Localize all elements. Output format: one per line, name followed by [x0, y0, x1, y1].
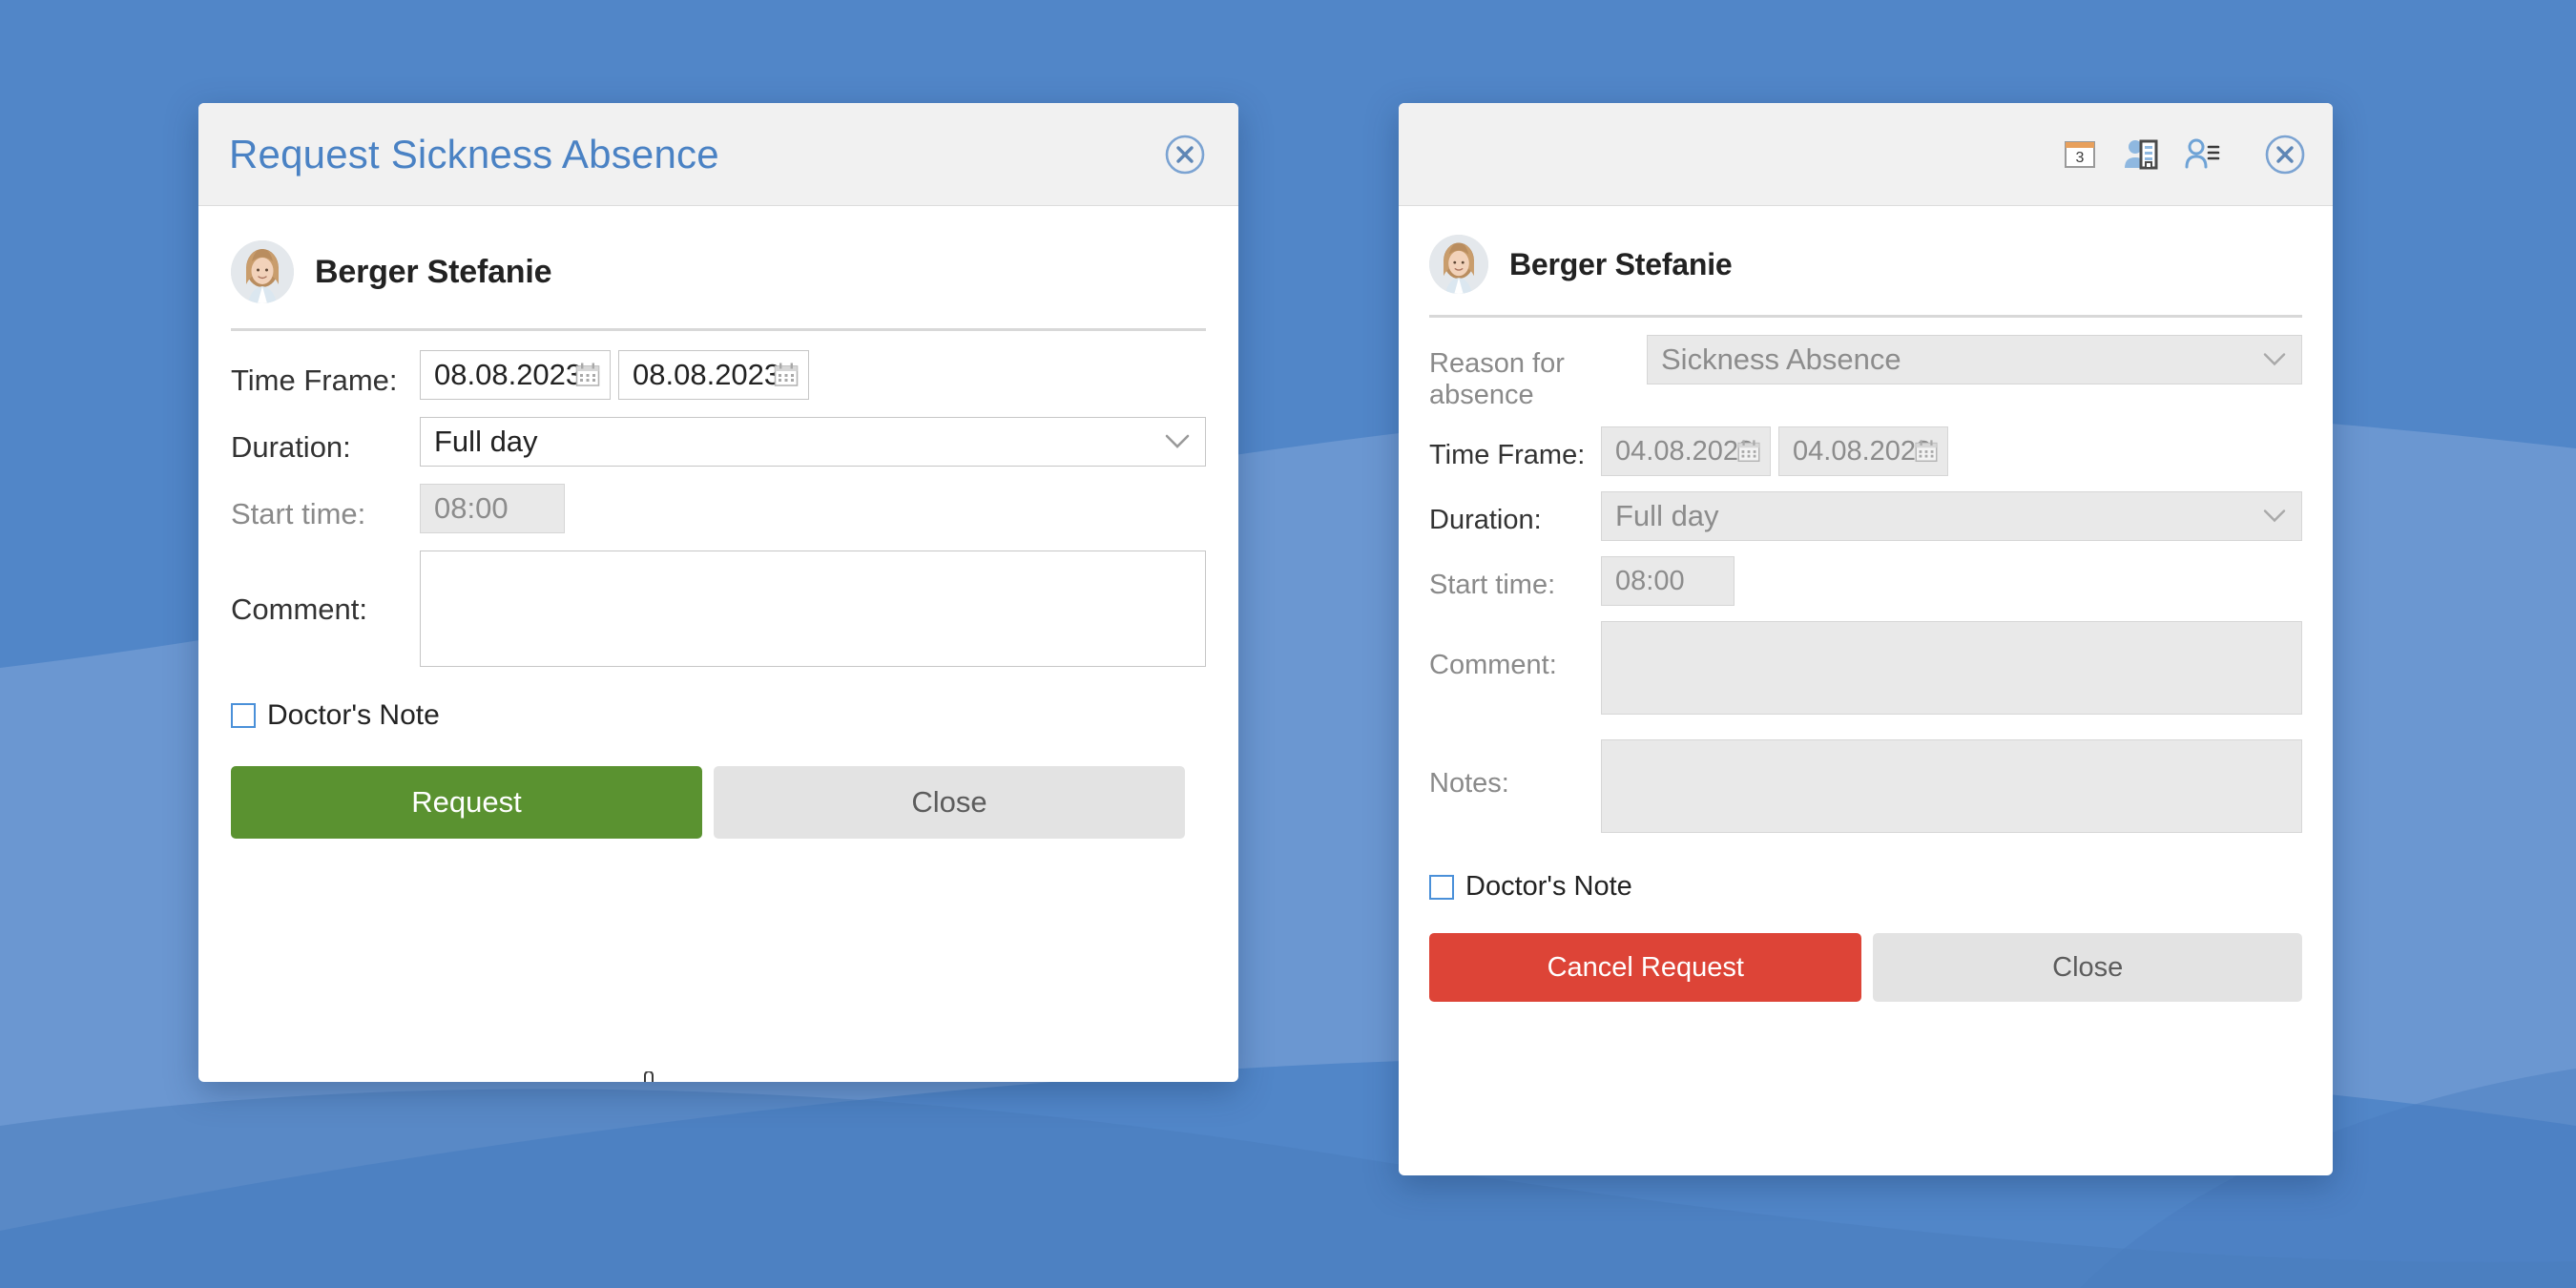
duration-row: Duration: Full day: [231, 417, 1206, 467]
time-frame-row: Time Frame: 04.08.2023 04.08.2023: [1429, 426, 2302, 476]
divider: [231, 328, 1206, 331]
comment-row: Comment:: [1429, 621, 2302, 715]
close-circle-icon[interactable]: [1164, 134, 1206, 176]
time-frame-end-value: 04.08.2023: [1793, 436, 1932, 467]
doctors-note-checkbox[interactable]: [231, 703, 256, 728]
reason-select: Sickness Absence: [1647, 335, 2302, 384]
titlebar-icon-group: 3: [2062, 136, 2220, 173]
time-frame-start-value: 04.08.2023: [1615, 436, 1755, 467]
dialog-body: Berger Stefanie Time Frame: 08.08.2023 0…: [198, 206, 1238, 839]
start-time-value: 08:00: [1615, 566, 1685, 596]
person-list-icon[interactable]: [2184, 136, 2220, 173]
reason-label: Reason for absence: [1429, 348, 1565, 410]
doctors-note-label: Doctor's Note: [267, 699, 440, 731]
notes-label: Notes:: [1429, 768, 1509, 799]
duration-value: Full day: [1615, 499, 1719, 532]
dialog-titlebar: Request Sickness Absence: [198, 103, 1238, 206]
calendar-badge-number: 3: [2076, 150, 2085, 166]
time-frame-row: Time Frame: 08.08.2023 08.08.2023: [231, 350, 1206, 400]
chevron-down-icon: [1165, 434, 1190, 449]
close-circle-icon[interactable]: [2264, 134, 2306, 176]
doctors-note-row: Doctor's Note: [1429, 871, 2302, 903]
doctors-note-checkbox[interactable]: [1429, 874, 1454, 900]
chevron-down-icon: [2263, 509, 2286, 524]
avatar: [1429, 235, 1488, 294]
pointer-hand-cursor: [633, 1070, 676, 1082]
notes-textarea: [1601, 739, 2302, 833]
dialog-actions: Request Close: [231, 766, 1206, 839]
page-title: Request Sickness Absence: [229, 131, 719, 177]
time-frame-start-value: 08.08.2023: [434, 358, 583, 391]
start-time-label: Start time:: [231, 497, 366, 530]
cancel-request-button[interactable]: Cancel Request: [1429, 933, 1862, 1002]
duration-select[interactable]: Full day: [420, 417, 1206, 467]
reason-value: Sickness Absence: [1661, 343, 1901, 376]
calendar-day-icon[interactable]: 3: [2062, 136, 2098, 173]
person-building-icon[interactable]: [2123, 136, 2159, 173]
time-frame-end-input[interactable]: 08.08.2023: [618, 350, 809, 400]
time-frame-start-input: 04.08.2023: [1601, 426, 1771, 476]
comment-label: Comment:: [1429, 650, 1557, 680]
comment-textarea: [1601, 621, 2302, 715]
calendar-icon: [1913, 438, 1940, 465]
start-time-value: 08:00: [434, 491, 509, 525]
duration-select: Full day: [1601, 491, 2302, 541]
divider: [1429, 315, 2302, 318]
comment-textarea[interactable]: [420, 551, 1206, 667]
doctors-note-row: Doctor's Note: [231, 699, 1206, 732]
duration-label: Duration:: [1429, 505, 1542, 535]
duration-row: Duration: Full day: [1429, 491, 2302, 541]
start-time-input: 08:00: [420, 484, 565, 533]
chevron-down-icon: [2263, 353, 2286, 367]
time-frame-end-value: 08.08.2023: [633, 358, 781, 391]
dialog-actions: Cancel Request Close: [1429, 933, 2302, 1002]
person-name: Berger Stefanie: [1509, 246, 1733, 281]
reason-row: Reason for absence Sickness Absence: [1429, 335, 2302, 411]
notes-row: Notes:: [1429, 739, 2302, 833]
dialog-body: Berger Stefanie Reason for absence Sickn…: [1399, 206, 2333, 1002]
start-time-row: Start time: 08:00: [231, 484, 1206, 533]
time-frame-label: Time Frame:: [231, 364, 398, 397]
start-time-row: Start time: 08:00: [1429, 556, 2302, 606]
person-name: Berger Stefanie: [315, 253, 552, 290]
time-frame-end-input: 04.08.2023: [1778, 426, 1948, 476]
person-header: Berger Stefanie: [231, 206, 1206, 328]
calendar-icon[interactable]: [772, 361, 800, 389]
request-button[interactable]: Request: [231, 766, 702, 839]
person-header: Berger Stefanie: [1429, 206, 2302, 315]
start-time-label: Start time:: [1429, 570, 1556, 600]
avatar: [231, 240, 294, 303]
start-time-input: 08:00: [1601, 556, 1735, 606]
request-sickness-absence-dialog: Request Sickness Absence Berger Stefanie…: [198, 103, 1238, 1082]
duration-value: Full day: [434, 425, 538, 458]
time-frame-label: Time Frame:: [1429, 440, 1586, 470]
calendar-icon[interactable]: [573, 361, 602, 389]
calendar-icon: [1735, 438, 1762, 465]
comment-label: Comment:: [231, 592, 367, 626]
comment-row: Comment:: [231, 551, 1206, 667]
duration-label: Duration:: [231, 430, 351, 464]
doctors-note-label: Doctor's Note: [1465, 871, 1632, 902]
time-frame-start-input[interactable]: 08.08.2023: [420, 350, 611, 400]
close-button[interactable]: Close: [714, 766, 1185, 839]
absence-detail-dialog: 3 Berger Stefanie Reason for absence Sic…: [1399, 103, 2333, 1175]
close-button[interactable]: Close: [1873, 933, 2302, 1002]
dialog-titlebar: 3: [1399, 103, 2333, 206]
